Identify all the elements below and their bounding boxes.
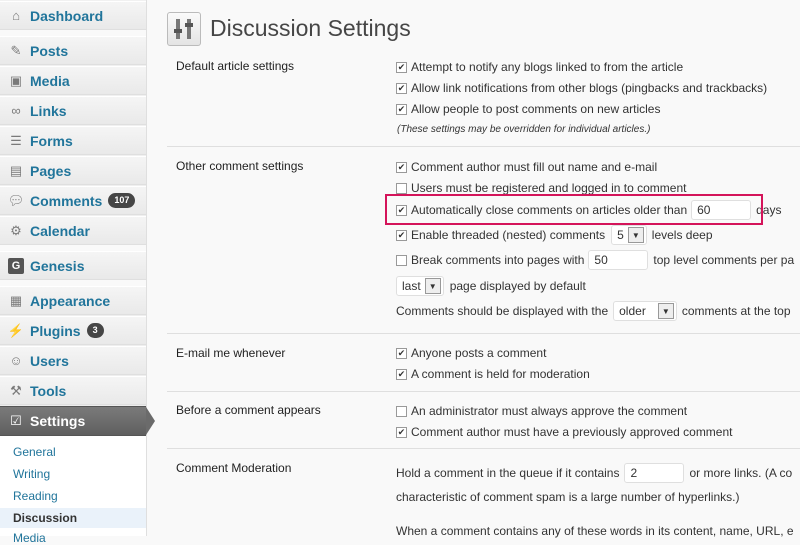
settings-submenu: General Writing Reading Discussion Media — [0, 436, 146, 545]
name-email-option[interactable]: Comment author must fill out name and e-… — [396, 160, 657, 174]
form-icon: ☰ — [10, 132, 22, 148]
menu-posts[interactable]: ✎ Posts — [0, 36, 146, 65]
dropdown-arrow-icon: ▼ — [424, 278, 441, 294]
menu-label: Settings — [30, 413, 86, 429]
main-content: Discussion Settings Default article sett… — [147, 0, 800, 538]
checkbox[interactable] — [396, 82, 407, 94]
menu-label: Pages — [30, 162, 72, 179]
checkbox[interactable] — [396, 254, 407, 266]
email-held-option[interactable]: A comment is held for moderation — [396, 367, 590, 381]
pingbacks-option[interactable]: Allow link notifications from other blog… — [396, 81, 767, 95]
appearance-icon: ▦ — [9, 292, 23, 308]
divider — [167, 333, 800, 334]
menu-genesis[interactable]: G Genesis — [0, 251, 146, 280]
comment-icon: 💬︎ — [7, 192, 25, 208]
checkbox[interactable] — [396, 426, 407, 438]
menu-label: Tools — [30, 382, 67, 399]
menu-label: Genesis — [30, 257, 85, 274]
menu-label: Dashboard — [30, 7, 104, 24]
override-note: (These settings may be overridden for in… — [397, 124, 651, 135]
menu-plugins[interactable]: ⚡ Plugins 3 — [0, 316, 146, 345]
menu-tools[interactable]: ⚒ Tools — [0, 376, 146, 405]
threaded-option[interactable]: Enable threaded (nested) comments 5 ▼ le… — [396, 225, 713, 245]
registered-option[interactable]: Users must be registered and logged in t… — [396, 181, 686, 195]
admin-approve-option[interactable]: An administrator must always approve the… — [396, 404, 687, 418]
dashboard-icon: ⌂ — [12, 8, 20, 23]
menu-label: Links — [30, 102, 67, 119]
menu-links[interactable]: ∞ Links — [0, 96, 146, 125]
menu-label: Media — [30, 72, 70, 89]
default-article-label: Default article settings — [176, 59, 295, 73]
menu-settings[interactable]: ☑ Settings — [0, 406, 155, 436]
media-icon: ▣ — [9, 72, 23, 88]
menu-label: Comments — [30, 192, 103, 209]
menu-label: Forms — [30, 132, 73, 149]
previously-approved-option[interactable]: Comment author must have a previously ap… — [396, 425, 733, 439]
email-me-label: E-mail me whenever — [176, 346, 286, 360]
hold-links-row: Hold a comment in the queue if it contai… — [396, 463, 792, 483]
tools-icon: ⚒ — [10, 382, 22, 398]
before-appears-label: Before a comment appears — [176, 403, 321, 417]
checkbox[interactable] — [396, 61, 407, 73]
menu-appearance[interactable]: ▦ Appearance — [0, 286, 146, 315]
plugin-icon: ⚡ — [7, 322, 25, 338]
checkbox[interactable] — [396, 368, 407, 380]
comments-per-page-input[interactable]: 50 — [588, 250, 649, 270]
checkbox[interactable] — [396, 182, 407, 194]
menu-label: Appearance — [30, 292, 111, 309]
break-pages-option[interactable]: Break comments into pages with 50 top le… — [396, 250, 794, 270]
other-comment-label: Other comment settings — [176, 159, 304, 173]
submenu-media[interactable]: Media — [13, 531, 46, 545]
checkbox[interactable] — [396, 229, 407, 241]
genesis-icon: G — [8, 257, 24, 274]
menu-pages[interactable]: ▤ Pages — [0, 156, 146, 185]
page-title: Discussion Settings — [210, 15, 411, 41]
menu-label: Users — [30, 352, 69, 369]
default-page-row: last ▼ page displayed by default — [396, 276, 586, 296]
pin-icon: ✎ — [10, 42, 22, 58]
comment-count-badge: 107 — [108, 193, 136, 208]
submenu-writing[interactable]: Writing — [13, 467, 50, 481]
highlight-box — [385, 194, 763, 225]
menu-media[interactable]: ▣ Media — [0, 66, 146, 95]
divider — [167, 448, 800, 449]
checkbox[interactable] — [396, 347, 407, 359]
allow-comments-option[interactable]: Allow people to post comments on new art… — [396, 102, 660, 116]
settings-page-icon — [167, 12, 201, 46]
notify-blogs-option[interactable]: Attempt to notify any blogs linked to fr… — [396, 60, 683, 74]
display-order-row: Comments should be displayed with the ol… — [396, 301, 791, 321]
checkbox[interactable] — [396, 405, 407, 417]
menu-label: Calendar — [30, 222, 90, 239]
plugin-update-badge: 3 — [86, 323, 104, 338]
dropdown-arrow-icon: ▼ — [627, 227, 644, 243]
settings-icon: ☑ — [10, 413, 22, 428]
display-order-select[interactable]: older ▼ — [613, 301, 677, 321]
dropdown-arrow-icon: ▼ — [657, 303, 674, 319]
moderation-description: characteristic of comment spam is a larg… — [396, 490, 740, 504]
menu-label: Posts — [30, 42, 69, 59]
admin-sidebar: ⌂ Dashboard ✎ Posts ▣ Media ∞ Links ☰ Fo… — [0, 0, 155, 545]
gear-icon: ⚙ — [10, 222, 22, 238]
checkbox[interactable] — [396, 161, 407, 173]
menu-forms[interactable]: ☰ Forms — [0, 126, 146, 155]
menu-label: Plugins — [30, 322, 81, 339]
submenu-discussion[interactable]: Discussion — [0, 508, 146, 528]
submenu-reading[interactable]: Reading — [13, 489, 58, 503]
divider — [167, 146, 800, 147]
default-page-select[interactable]: last ▼ — [396, 276, 444, 296]
menu-users[interactable]: ☺ Users — [0, 346, 146, 375]
hold-links-input[interactable]: 2 — [624, 463, 685, 483]
menu-dashboard[interactable]: ⌂ Dashboard — [0, 1, 146, 30]
submenu-general[interactable]: General — [13, 445, 56, 459]
divider — [167, 391, 800, 392]
page-icon: ▤ — [9, 162, 23, 178]
thread-depth-select[interactable]: 5 ▼ — [611, 225, 647, 245]
menu-calendar[interactable]: ⚙ Calendar — [0, 216, 146, 245]
link-icon: ∞ — [11, 103, 21, 118]
moderation-label: Comment Moderation — [176, 461, 292, 475]
users-icon: ☺ — [9, 353, 23, 368]
menu-comments[interactable]: 💬︎ Comments 107 — [0, 186, 146, 215]
checkbox[interactable] — [396, 103, 407, 115]
email-any-comment-option[interactable]: Anyone posts a comment — [396, 346, 546, 360]
